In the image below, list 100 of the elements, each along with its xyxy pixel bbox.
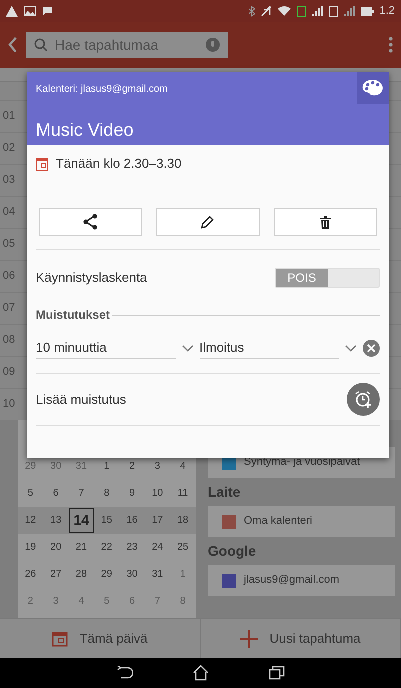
alarm-plus-icon <box>354 390 372 408</box>
search-icon <box>34 38 48 52</box>
calendar-day[interactable]: 17 <box>144 508 170 533</box>
calendar-name: Oma kalenteri <box>244 514 312 530</box>
plus-icon <box>240 630 258 648</box>
calendar-day[interactable]: 18 <box>170 508 196 533</box>
calendar-group-label: Google <box>208 542 258 561</box>
calendar-day[interactable]: 2 <box>120 454 145 479</box>
microphone-icon <box>206 38 220 52</box>
calendar-day[interactable]: 4 <box>68 589 94 614</box>
more-button[interactable] <box>389 37 393 53</box>
add-reminder-button[interactable] <box>347 383 380 416</box>
calendar-item[interactable]: jlasus9@gmail.com <box>208 565 395 596</box>
hour-label: 08 <box>3 333 16 348</box>
calendar-day[interactable]: 5 <box>18 481 44 506</box>
bluetooth-icon <box>248 6 255 16</box>
calendar-icon <box>52 630 68 646</box>
calendar-day[interactable]: 5 <box>94 589 120 614</box>
clock-text: 1.2 <box>380 4 395 19</box>
sim-icon <box>328 6 338 16</box>
hour-label: 10 <box>3 397 16 412</box>
back-icon <box>8 37 18 53</box>
calendar-day[interactable]: 3 <box>144 454 170 479</box>
calendar-day[interactable]: 14 <box>68 508 94 533</box>
chat-icon <box>42 6 53 16</box>
calendar-day[interactable]: 2 <box>18 589 44 614</box>
hour-label: 01 <box>3 109 16 124</box>
calendar-day[interactable]: 24 <box>144 535 170 560</box>
palette-button[interactable] <box>357 72 389 104</box>
reminder-time-dropdown[interactable]: 10 minuuttia <box>36 338 176 360</box>
share-button[interactable] <box>39 208 142 236</box>
calendar-day[interactable]: 22 <box>94 535 120 560</box>
search-input[interactable]: Hae tapahtumaa <box>53 34 201 56</box>
battery-icon <box>360 6 374 16</box>
calendar-item[interactable]: Oma kalenteri <box>208 506 395 537</box>
calendar-day[interactable]: 1 <box>94 454 120 479</box>
calendar-day[interactable]: 21 <box>68 535 94 560</box>
calendar-day[interactable]: 7 <box>144 589 170 614</box>
calendar-day[interactable]: 10 <box>144 481 170 506</box>
hour-label: 04 <box>3 205 16 220</box>
image-icon <box>24 6 36 16</box>
calendar-day[interactable]: 27 <box>43 562 69 587</box>
palette-icon <box>362 79 384 97</box>
wifi-icon <box>278 6 291 16</box>
calendar-day[interactable]: 9 <box>120 481 145 506</box>
sim-icon <box>296 6 306 16</box>
calendar-day[interactable]: 26 <box>18 562 44 587</box>
calendar-day[interactable]: 31 <box>68 454 94 479</box>
calendar-day[interactable]: 3 <box>43 589 69 614</box>
back-button[interactable] <box>8 37 18 53</box>
calendar-day[interactable]: 16 <box>120 508 145 533</box>
search-field[interactable]: Hae tapahtumaa <box>26 32 228 58</box>
calendar-day[interactable]: 29 <box>94 562 120 587</box>
home-icon[interactable] <box>192 665 208 681</box>
pencil-icon <box>201 216 214 228</box>
calendar-name: Syntymä- ja vuosipäivät <box>244 455 360 470</box>
calendar-day[interactable]: 12 <box>18 508 44 533</box>
calendar-day[interactable]: 8 <box>94 481 120 506</box>
calendar-label: Kalenteri: jlasus9@gmail.com <box>36 83 169 97</box>
calendar-day[interactable]: 29 <box>18 454 44 479</box>
event-time: Tänään klo 2.30–3.30 <box>56 155 182 174</box>
reminder-method-dropdown[interactable]: Ilmoitus <box>200 338 339 360</box>
calendar-day[interactable]: 13 <box>43 508 69 533</box>
remove-icon[interactable] <box>363 340 380 357</box>
calendar-day[interactable]: 23 <box>120 535 145 560</box>
calendar-name: jlasus9@gmail.com <box>244 573 340 588</box>
hour-label: 02 <box>3 141 16 156</box>
calendar-day[interactable]: 8 <box>170 589 196 614</box>
chevron-down-icon <box>182 345 194 352</box>
calendar-day[interactable]: 31 <box>144 562 170 587</box>
hour-label: 05 <box>3 237 16 252</box>
delete-button[interactable] <box>274 208 377 236</box>
hour-label: 07 <box>3 301 16 316</box>
toggle-switch[interactable]: POIS <box>275 268 380 288</box>
calendar-group-label: Laite <box>208 482 242 502</box>
calendar-icon <box>36 158 48 170</box>
calendar-day[interactable]: 11 <box>170 481 196 506</box>
share-icon <box>82 214 99 230</box>
more-icon <box>389 37 393 53</box>
hour-label: 09 <box>3 365 16 380</box>
calendar-day[interactable]: 6 <box>120 589 145 614</box>
hour-label: 06 <box>3 269 16 284</box>
calendar-day[interactable]: 15 <box>94 508 120 533</box>
countdown-label: Käynnistyslaskenta <box>36 269 148 288</box>
calendar-day[interactable]: 20 <box>43 535 69 560</box>
trash-icon <box>320 216 331 228</box>
calendar-day[interactable]: 19 <box>18 535 44 560</box>
recent-apps-icon[interactable] <box>268 666 284 680</box>
calendar-day[interactable]: 4 <box>170 454 196 479</box>
calendar-day[interactable]: 30 <box>120 562 145 587</box>
hour-label: 03 <box>3 173 16 188</box>
back-icon[interactable] <box>116 666 132 680</box>
calendar-day[interactable]: 28 <box>68 562 94 587</box>
calendar-day[interactable]: 7 <box>68 481 94 506</box>
calendar-day[interactable]: 30 <box>43 454 69 479</box>
chevron-down-icon <box>345 345 357 352</box>
calendar-day[interactable]: 1 <box>170 562 196 587</box>
calendar-day[interactable]: 25 <box>170 535 196 560</box>
calendar-day[interactable]: 6 <box>43 481 69 506</box>
add-reminder-label: Lisää muistutus <box>36 390 126 409</box>
